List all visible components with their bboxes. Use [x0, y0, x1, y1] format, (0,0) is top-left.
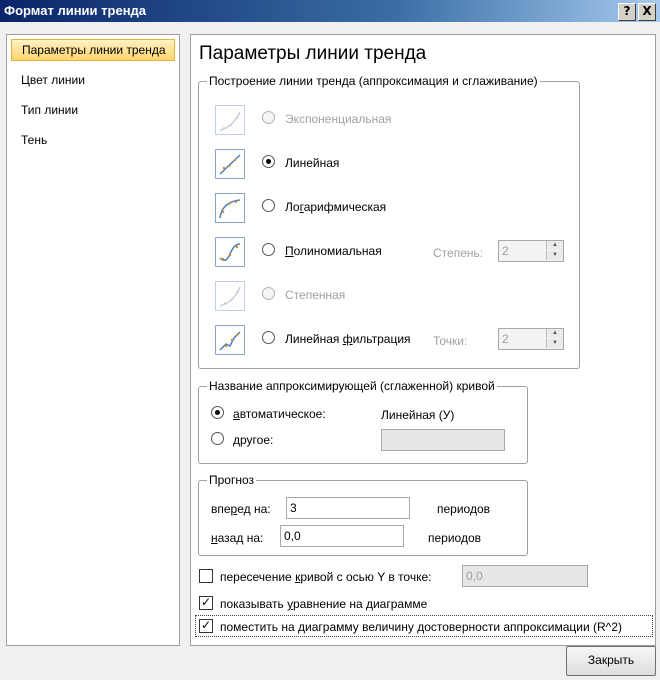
power-trend-icon [215, 281, 245, 311]
page-title: Параметры линии тренда [199, 43, 427, 64]
auto-name-value: Линейная (У) [381, 408, 455, 422]
help-button[interactable]: ? [618, 3, 636, 21]
points-down-arrow-icon[interactable]: ▼ [546, 339, 563, 348]
moving-average-radio[interactable] [262, 331, 275, 344]
exponential-radio[interactable] [262, 111, 275, 124]
nav-item-line-color[interactable]: Цвет линии [11, 70, 175, 90]
checkmark-icon: ✓ [201, 618, 212, 632]
moving-average-trend-icon [215, 325, 245, 355]
moving-average-label: Линейная фильтрация [285, 332, 411, 346]
forward-label: вперед на: [211, 502, 271, 516]
exponential-trend-icon [215, 105, 245, 135]
forward-unit: периодов [437, 502, 491, 516]
degree-down-arrow-icon[interactable]: ▼ [546, 251, 563, 260]
title-bar: Формат линии тренда ? X [0, 0, 660, 22]
polynomial-radio[interactable] [262, 243, 275, 256]
intercept-input[interactable]: 0,0 [462, 565, 588, 587]
close-button[interactable]: Закрыть [566, 646, 656, 676]
auto-name-radio[interactable] [211, 406, 224, 419]
points-up-arrow-icon[interactable]: ▲ [546, 329, 563, 338]
forward-input[interactable]: 3 [286, 497, 410, 519]
intercept-checkbox[interactable] [199, 569, 213, 583]
logarithmic-label: Логарифмическая [285, 200, 387, 214]
window-close-button[interactable]: X [638, 3, 656, 21]
polynomial-trend-icon [215, 237, 245, 267]
power-radio[interactable] [262, 287, 275, 300]
backward-value: 0,0 [284, 529, 301, 543]
show-r2-checkbox[interactable]: ✓ [199, 618, 213, 633]
auto-name-label: автоматическое: [233, 407, 326, 421]
forward-value: 3 [290, 501, 297, 515]
points-value: 2 [502, 332, 509, 346]
checkmark-icon: ✓ [201, 595, 212, 609]
nav-item-line-style[interactable]: Тип линии [11, 100, 175, 120]
custom-name-label: другое: [233, 433, 274, 447]
backward-input[interactable]: 0,0 [280, 525, 404, 547]
nav-item-shadow[interactable]: Тень [11, 130, 175, 150]
category-nav: Параметры линии тренда Цвет линии Тип ли… [6, 34, 180, 646]
trend-type-legend: Построение линии тренда (аппроксимация и… [207, 74, 540, 88]
degree-up-arrow-icon[interactable]: ▲ [546, 241, 563, 250]
custom-name-radio[interactable] [211, 432, 224, 445]
intercept-value: 0,0 [466, 569, 483, 583]
logarithmic-radio[interactable] [262, 199, 275, 212]
show-equation-checkbox[interactable]: ✓ [199, 595, 213, 610]
power-label: Степенная [285, 288, 346, 302]
trendline-name-group: Название аппроксимирующей (сглаженной) к… [198, 379, 528, 464]
polynomial-label: Полиномиальная [285, 244, 382, 258]
points-stepper[interactable]: 2 ▲ ▼ [498, 328, 564, 350]
options-panel: Параметры линии тренда Построение линии … [190, 34, 656, 646]
degree-label: Степень: [433, 246, 484, 260]
show-equation-label: показывать уравнение на диаграмме [220, 597, 428, 611]
linear-trend-icon [215, 149, 245, 179]
nav-item-trend-options[interactable]: Параметры линии тренда [11, 39, 175, 61]
degree-stepper[interactable]: 2 ▲ ▼ [498, 240, 564, 262]
backward-label: назад на: [211, 531, 264, 545]
linear-label: Линейная [285, 156, 340, 170]
custom-name-input[interactable] [381, 429, 505, 451]
points-label: Точки: [433, 334, 468, 348]
backward-unit: периодов [428, 531, 482, 545]
degree-value: 2 [502, 244, 509, 258]
exponential-label: Экспоненциальная [285, 112, 392, 126]
window-title: Формат линии тренда [4, 3, 147, 18]
linear-radio[interactable] [262, 155, 275, 168]
trendline-name-legend: Название аппроксимирующей (сглаженной) к… [207, 379, 497, 393]
logarithmic-trend-icon [215, 193, 245, 223]
forecast-legend: Прогноз [207, 473, 257, 487]
intercept-label: пересечение кривой с осью Y в точке: [220, 570, 432, 584]
show-r2-label: поместить на диаграмму величину достовер… [220, 620, 622, 634]
